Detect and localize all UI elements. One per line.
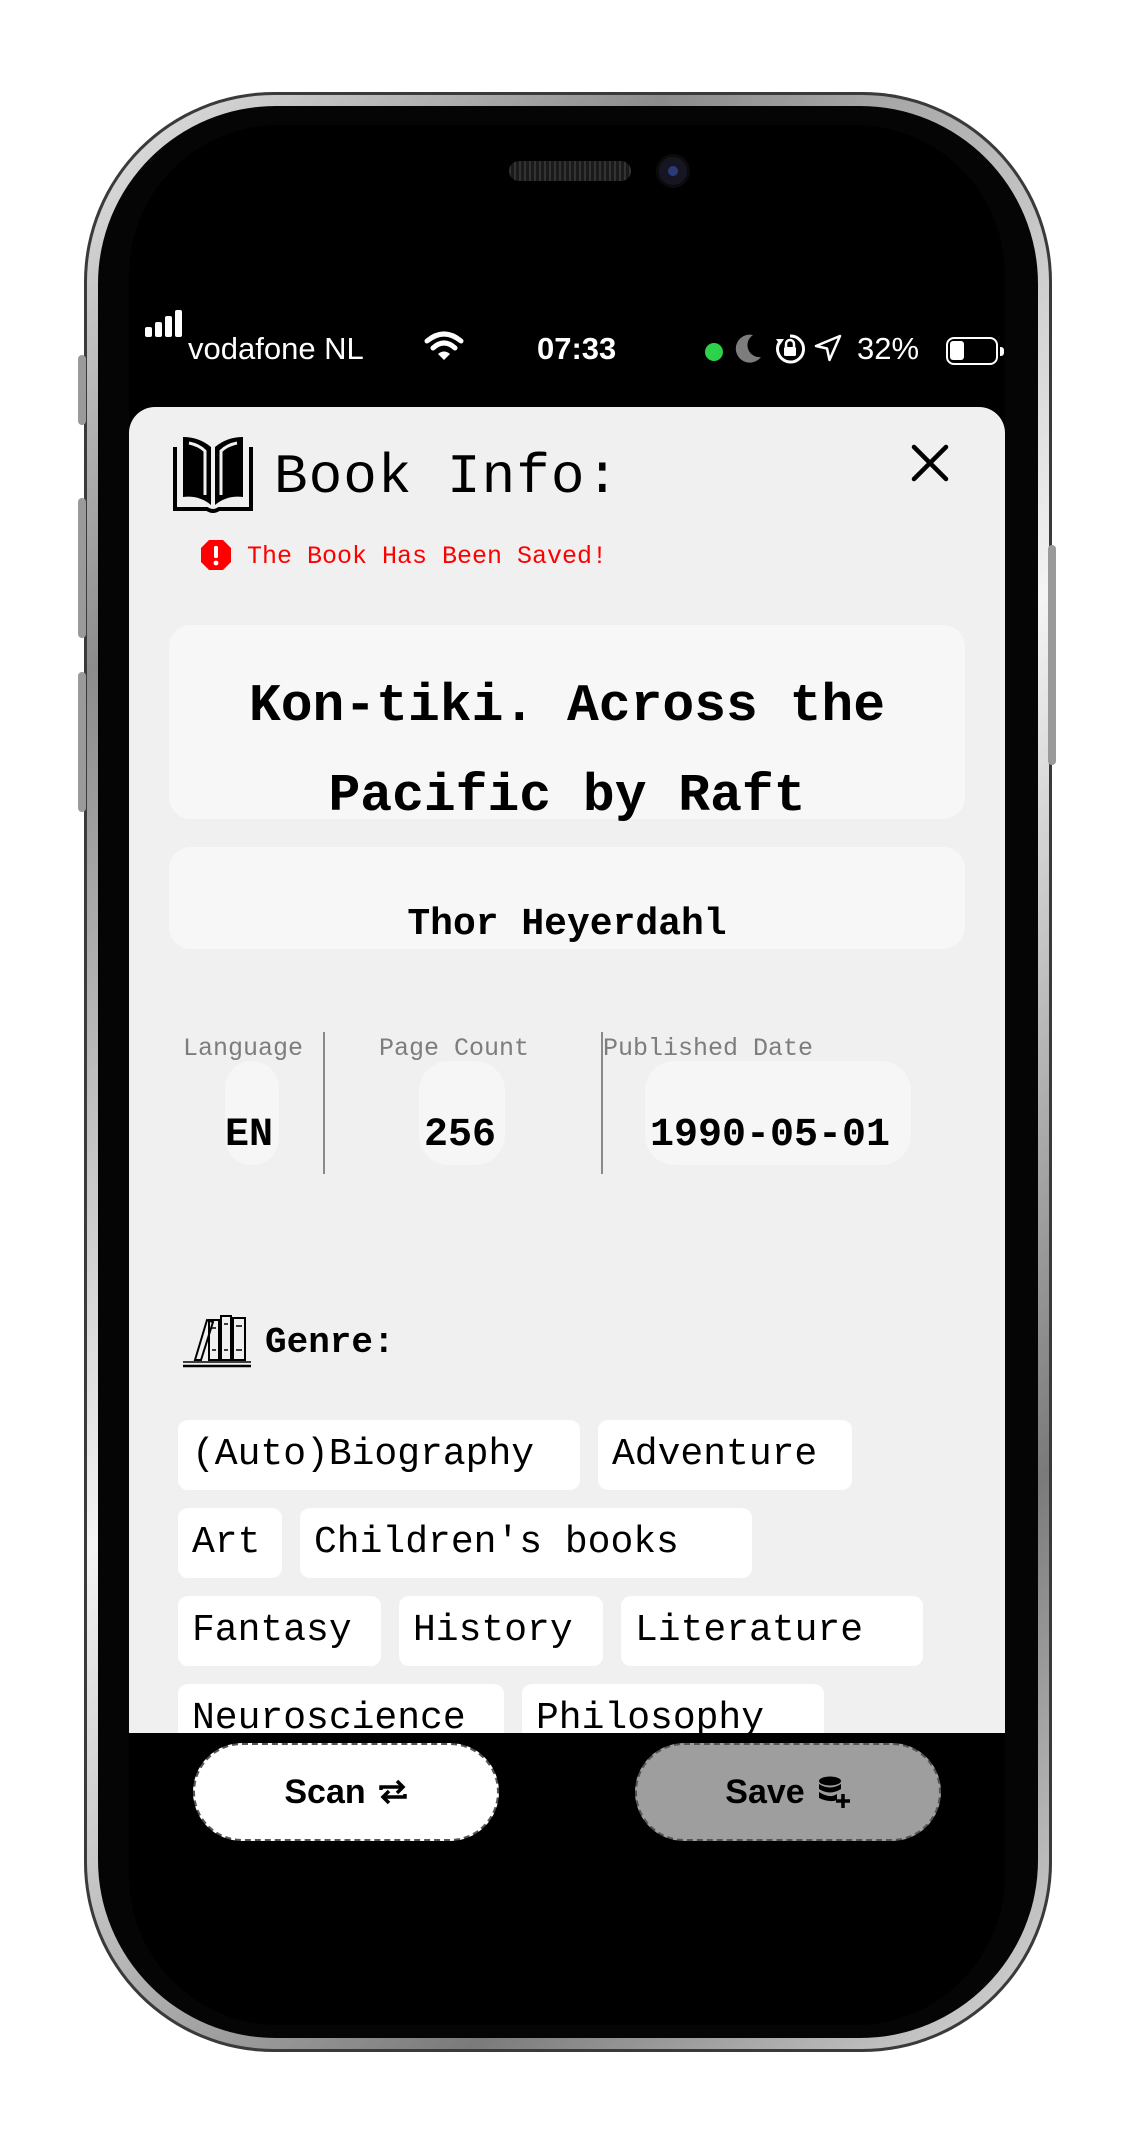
volume-down-button <box>78 672 86 812</box>
author-card[interactable]: Thor Heyerdahl <box>169 847 965 949</box>
wifi-icon <box>424 331 464 360</box>
clock: 07:33 <box>537 331 617 366</box>
published-date-value: 1990-05-01 <box>650 1113 891 1158</box>
book-title-line-1: Kon-tiki. Across the <box>248 676 886 736</box>
battery-percentage: 32% <box>857 331 920 366</box>
camera-in-use-dot <box>705 343 723 361</box>
genre-heading: Genre: <box>265 1322 395 1363</box>
repeat-icon <box>378 1779 407 1805</box>
save-label: Save <box>725 1772 805 1811</box>
bookshelf-icon <box>183 1315 251 1368</box>
genre-chip[interactable]: (Auto)Biography <box>178 1420 580 1490</box>
alert-message: The Book Has Been Saved! <box>247 542 608 571</box>
front-camera <box>659 157 687 185</box>
phone-screen: vodafone NL 07:33 32% Book Info: The Boo… <box>129 125 1005 2025</box>
database-add-icon <box>818 1776 850 1808</box>
status-bar: vodafone NL 07:33 32% <box>145 310 1004 373</box>
genre-chip[interactable]: Fantasy <box>178 1596 381 1666</box>
language-label: Language <box>183 1034 304 1063</box>
scan-button[interactable]: Scan <box>193 1743 499 1841</box>
language-value: EN <box>225 1113 274 1158</box>
volume-up-button <box>78 498 86 638</box>
moon-icon <box>735 334 761 363</box>
alert-icon <box>201 540 231 570</box>
book-icon <box>173 437 253 513</box>
genre-chip[interactable]: Children's books <box>300 1508 752 1578</box>
mute-switch <box>78 355 86 425</box>
carrier-name: vodafone NL <box>188 331 364 366</box>
meta-divider <box>323 1032 325 1174</box>
book-title-card[interactable]: Kon-tiki. Across the Pacific by Raft <box>169 625 965 826</box>
battery-icon <box>946 337 1004 365</box>
published-date-label: Published Date <box>603 1034 814 1063</box>
save-button[interactable]: Save <box>635 1743 941 1841</box>
book-title-line-2: Pacific by Raft <box>328 766 806 826</box>
page-title: Book Info: <box>274 445 621 509</box>
power-button <box>1048 545 1056 765</box>
genre-chip[interactable]: Art <box>178 1508 282 1578</box>
genre-chip[interactable]: Adventure <box>598 1420 852 1490</box>
scan-label: Scan <box>284 1772 366 1811</box>
orientation-lock-icon <box>776 334 806 364</box>
genre-chip[interactable]: History <box>399 1596 603 1666</box>
earpiece-speaker <box>509 161 631 181</box>
page-count-label: Page Count <box>379 1034 530 1063</box>
genre-chip[interactable]: Philosophy <box>522 1684 824 1733</box>
book-title: Kon-tiki. Across the Pacific by Raft <box>169 661 965 841</box>
close-icon[interactable] <box>908 441 952 485</box>
page-count-value: 256 <box>424 1113 497 1158</box>
genre-chip[interactable]: Literature <box>621 1596 923 1666</box>
location-icon <box>814 334 842 362</box>
genre-chip[interactable]: Neuroscience <box>178 1684 504 1733</box>
book-author: Thor Heyerdahl <box>407 903 727 946</box>
book-info-sheet: Book Info: The Book Has Been Saved! Kon-… <box>129 407 1005 1733</box>
